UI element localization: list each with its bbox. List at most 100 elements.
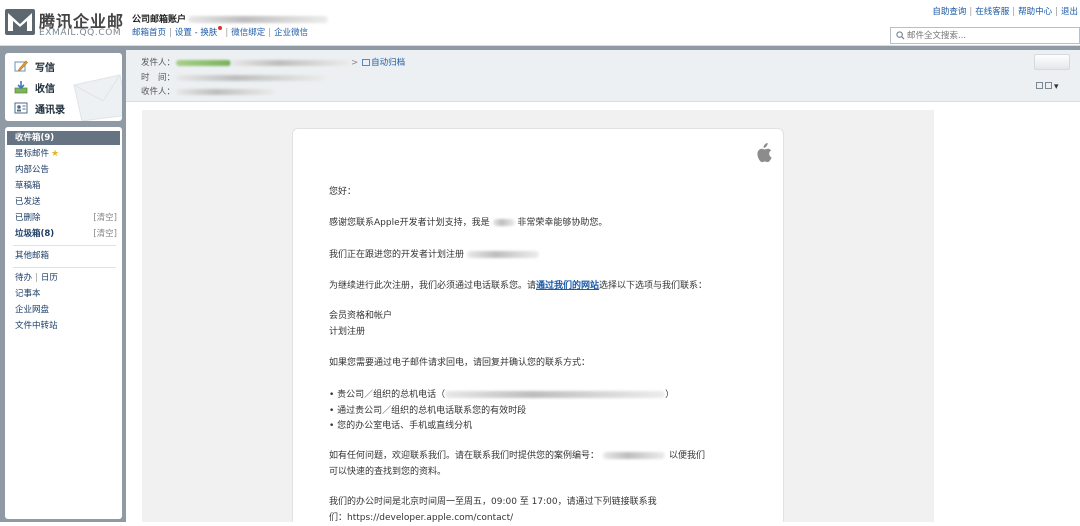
contacts-label: 通讯录 (35, 101, 65, 116)
chevron-down-icon[interactable]: ▾ (1054, 82, 1060, 89)
logo[interactable]: 腾讯企业邮 EXMAIL.QQ.COM (5, 8, 125, 38)
bullet-time-window: • 通过贵公司／组织的总机电话联系您的有效时段 (329, 404, 674, 420)
folder-starred-label: 星标邮件 (15, 149, 49, 159)
nav-wechat-bind[interactable]: 微信绑定 (231, 28, 265, 38)
notes-label: 记事本 (15, 289, 41, 299)
pencil-icon (14, 59, 28, 73)
followup-text: 我们正在跟进您的开发者计划注册 (329, 250, 464, 260)
top-nav: 邮箱首页|设置 - 换肤|微信绑定|企业微信 (132, 26, 308, 38)
contact-bullets: • 贵公司／组织的总机电话（） • 通过贵公司／组织的总机电话联系您的有效时段 … (329, 388, 674, 435)
account-redacted (188, 16, 328, 23)
envelope-logo-icon (5, 9, 35, 35)
intro-text-end: 非常荣幸能够协助您。 (517, 218, 607, 228)
right-margin (934, 102, 1080, 522)
folder-spam[interactable]: 垃圾箱(8) [清空] (5, 227, 122, 241)
logo-subtitle: EXMAIL.QQ.COM (39, 28, 121, 38)
clear-deleted-button[interactable]: [清空] (93, 211, 117, 225)
nav-mail-home[interactable]: 邮箱首页 (132, 28, 166, 38)
reply-icon[interactable] (1036, 82, 1043, 89)
folder-sent[interactable]: 已发送 (5, 195, 122, 209)
case-number-text-end: 以便我们 (669, 451, 705, 461)
folder-spam-label: 垃圾箱(8) (15, 229, 54, 239)
folder-inbox-label: 收件箱(9) (15, 133, 54, 143)
compose-button[interactable]: 写信 (13, 58, 93, 74)
print-icon[interactable] (1045, 82, 1052, 89)
sender-address-redacted (231, 60, 351, 66)
nav-settings-skin[interactable]: 设置 - 换肤 (175, 28, 217, 38)
folder-other-mailbox[interactable]: 其他邮箱 (5, 249, 122, 263)
folder-drafts[interactable]: 草稿箱 (5, 179, 122, 193)
time-label: 时 间： (141, 71, 176, 83)
office-hours-line1: 我们的办公时间是北京时间周一至周五，09:00 至 17:00，请通过下列链接联… (329, 495, 657, 511)
sender-name-redacted (176, 60, 231, 66)
link-help-center[interactable]: 帮助中心 (1018, 7, 1052, 17)
phone-redacted (445, 391, 665, 398)
folder-announcements[interactable]: 内部公告 (5, 163, 122, 177)
option-membership: 会员资格和帐户 (329, 309, 392, 325)
from-label: 发件人： (141, 56, 176, 68)
paragraph-followup: 我们正在跟进您的开发者计划注册 (329, 248, 539, 264)
clear-spam-button[interactable]: [清空] (93, 227, 117, 241)
auto-archive-link[interactable]: 自动归档 (362, 58, 405, 68)
phone-text: 为继续进行此次注册，我们必须通过电话联系您。请 (329, 281, 536, 291)
archive-icon (362, 59, 370, 66)
folder-announcements-label: 内部公告 (15, 165, 49, 175)
auto-archive-label: 自动归档 (371, 58, 405, 68)
email-card: 您好： 感谢您联系Apple开发者计划支持，我是 非常荣幸能够协助您。 我们正在… (292, 128, 784, 522)
intro-text: 感谢您联系Apple开发者计划支持，我是 (329, 218, 490, 228)
paragraph-case-number: 如有任何问题，欢迎联系我们。请在联系我们时提供您的案例编号：以便我们 可以快速的… (329, 449, 705, 480)
todo-link[interactable]: 待办 (15, 273, 32, 283)
apple-logo-icon (755, 143, 772, 163)
office-hours-line2: 们：https://developer.apple.com/contact/ (329, 511, 657, 526)
paragraph-phone: 为继续进行此次注册，我们必须通过电话联系您。请通过我们的网站选择以下选项与我们联… (329, 279, 707, 295)
recipient-redacted (176, 89, 276, 95)
search-box[interactable] (890, 27, 1080, 44)
receive-label: 收信 (35, 80, 55, 95)
compose-label: 写信 (35, 59, 55, 74)
to-row: 收件人： (141, 85, 276, 97)
enrollment-id-redacted (467, 251, 539, 258)
folder-netdisk[interactable]: 企业网盘 (5, 303, 122, 317)
quick-actions: 写信 收信 通讯录 (5, 53, 122, 121)
bullet-direct-line: • 您的办公室电话、手机或直线分机 (329, 419, 674, 435)
sidebar: 写信 收信 通讯录 收件箱(9) 星标邮件★ 内部公告 草稿箱 已发送 已删除 [… (0, 50, 126, 522)
top-links: 自助查询|在线客服|帮助中心|退出 (932, 5, 1078, 17)
netdisk-label: 企业网盘 (15, 305, 49, 315)
link-online-support[interactable]: 在线客服 (975, 7, 1009, 17)
time-redacted (176, 75, 326, 81)
star-icon: ★ (51, 149, 59, 159)
folder-starred[interactable]: 星标邮件★ (5, 147, 122, 161)
folder-divider (13, 267, 116, 268)
agent-name-redacted (493, 219, 515, 226)
notification-dot (218, 26, 222, 30)
contacts-button[interactable]: 通讯录 (13, 100, 93, 116)
account-label: 公司邮箱账户 (132, 15, 186, 25)
website-link[interactable]: 通过我们的网站 (536, 281, 599, 291)
folder-sent-label: 已发送 (15, 197, 41, 207)
address-book-icon (14, 101, 28, 115)
folder-notes[interactable]: 记事本 (5, 287, 122, 301)
receive-button[interactable]: 收信 (13, 79, 93, 95)
time-row: 时 间： (141, 71, 326, 83)
folder-deleted-label: 已删除 (15, 213, 41, 223)
todo-calendar-row: 待办|日历 (5, 271, 122, 285)
folder-inbox[interactable]: 收件箱(9) (7, 131, 120, 145)
folder-deleted[interactable]: 已删除 [清空] (5, 211, 122, 225)
calendar-link[interactable]: 日历 (41, 273, 58, 283)
search-input[interactable] (907, 29, 1075, 42)
greeting: 您好： (329, 185, 356, 201)
link-self-service[interactable]: 自助查询 (932, 7, 966, 17)
paragraph-office-hours: 我们的办公时间是北京时间周一至周五，09:00 至 17:00，请通过下列链接联… (329, 495, 657, 526)
option-enrollment: 计划注册 (329, 325, 392, 341)
message-tools: ▾ (1036, 82, 1068, 92)
file-transfer-label: 文件中转站 (15, 321, 58, 331)
folder-list: 收件箱(9) 星标邮件★ 内部公告 草稿箱 已发送 已删除 [清空] 垃圾箱(8)… (5, 127, 122, 519)
case-number-text: 如有任何问题，欢迎联系我们。请在联系我们时提供您的案例编号： (329, 451, 599, 461)
folder-file-transfer[interactable]: 文件中转站 (5, 319, 122, 333)
message-header: 发件人：>自动归档 时 间： 收件人： ▾ (126, 50, 1080, 102)
case-number-redacted (603, 452, 665, 459)
other-mailbox-label: 其他邮箱 (15, 251, 49, 261)
link-logout[interactable]: 退出 (1061, 7, 1078, 17)
options-list: 会员资格和帐户 计划注册 (329, 309, 392, 340)
nav-wework[interactable]: 企业微信 (274, 28, 308, 38)
